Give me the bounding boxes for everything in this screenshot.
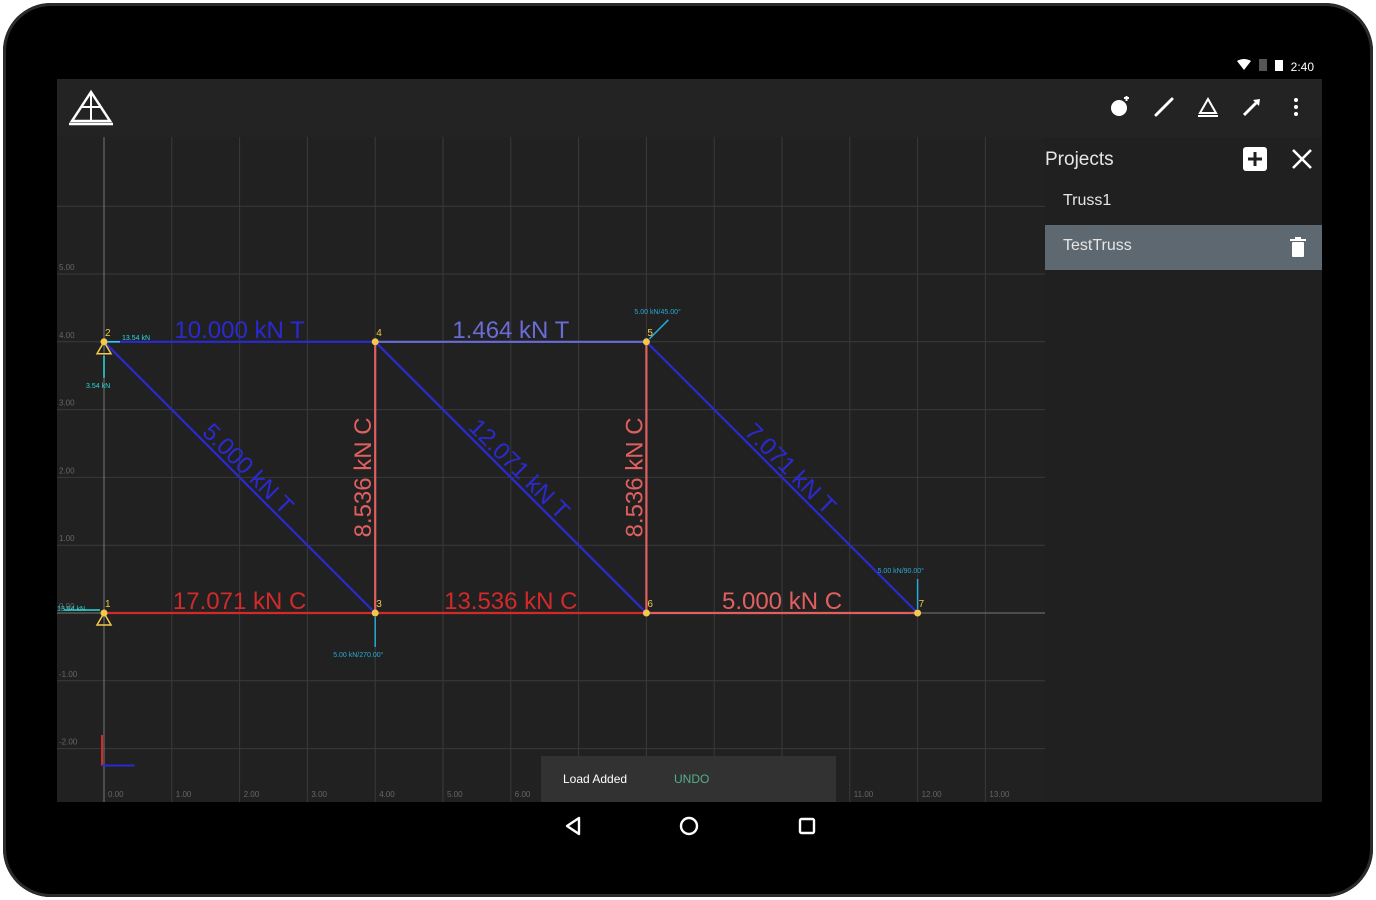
project-item-testtruss[interactable]: TestTruss <box>1045 225 1322 270</box>
back-icon[interactable] <box>557 810 589 842</box>
x-tick-label: 1.00 <box>176 790 192 799</box>
x-tick-label: 5.00 <box>447 790 463 799</box>
x-tick-label: 4.00 <box>379 790 395 799</box>
joint-label: 5 <box>647 328 653 339</box>
y-tick-label: 5.00 <box>59 263 75 272</box>
delete-icon[interactable] <box>1288 237 1308 259</box>
joint-label: 2 <box>105 328 111 339</box>
x-tick-label: 2.00 <box>244 790 260 799</box>
truss-joint <box>914 609 922 617</box>
project-name: TestTruss <box>1063 237 1132 254</box>
screen: 2:40 0.00 1.00 2.00 3.00 4.00 5.00 6.00 … <box>57 55 1322 802</box>
joint-label: 3 <box>376 599 382 610</box>
app-toolbar <box>57 79 1322 137</box>
member-force-label: 5.000 kN C <box>722 588 842 615</box>
reaction-label: 13.54 kN <box>122 335 150 342</box>
overflow-menu-icon[interactable] <box>1282 93 1310 121</box>
x-tick-label: 12.00 <box>922 790 943 799</box>
truss-joint <box>371 609 379 617</box>
member-force-label: 17.071 kN C <box>173 588 306 615</box>
recents-icon[interactable] <box>791 810 823 842</box>
toolbar-actions <box>1106 93 1310 121</box>
member-force-label: 1.464 kN T <box>452 317 569 344</box>
y-tick-label: 2.00 <box>59 466 75 475</box>
y-tick-label: 1.00 <box>59 534 75 543</box>
project-item-truss1[interactable]: Truss1 <box>1045 180 1322 225</box>
member-label-group: 13.536 kN C <box>444 588 577 615</box>
navigation-bar <box>0 800 1376 850</box>
truss-joint <box>100 338 108 346</box>
joint-label: 1 <box>105 599 111 610</box>
load-label: 5.00 kN/270.00° <box>333 651 383 659</box>
member-label-group: 8.536 kN C <box>621 417 648 537</box>
truss-logo-icon <box>69 89 113 127</box>
member-label-group: 17.071 kN C <box>173 588 306 615</box>
truss-joint <box>371 338 379 346</box>
undo-button[interactable]: UNDO <box>674 772 709 786</box>
close-icon[interactable] <box>1288 145 1316 173</box>
member-label-group: 12.071 kN T <box>463 414 574 525</box>
load-label: 5.00 kN/45.00° <box>634 308 681 316</box>
wifi-icon <box>1236 59 1251 74</box>
status-icons: 2:40 <box>1236 59 1314 74</box>
projects-panel: Projects Truss1 TestTruss <box>1045 137 1322 802</box>
panel-title: Projects <box>1045 149 1114 170</box>
snackbar-message: Load Added <box>563 772 628 786</box>
member-force-label: 5.000 kN T <box>197 418 299 520</box>
member-force-label: 8.536 kN C <box>350 417 377 537</box>
y-tick-label: 4.00 <box>59 331 75 340</box>
x-tick-label: 11.00 <box>854 790 874 799</box>
truss-joint <box>100 609 108 617</box>
reaction-label: 3.54 kN <box>86 383 110 390</box>
load-label: 5.00 kN/90.00° <box>878 567 925 575</box>
snackbar: Load Added UNDO <box>541 756 836 802</box>
joint-label: 4 <box>376 328 382 339</box>
add-support-icon[interactable] <box>1194 93 1222 121</box>
clock-time: 2:40 <box>1290 59 1314 74</box>
member-label-group: 10.000 kN T <box>174 317 305 344</box>
member-force-label: 10.000 kN T <box>174 317 305 344</box>
sim-icon <box>1258 59 1267 74</box>
member-force-label: 8.536 kN C <box>621 417 648 537</box>
add-joint-icon[interactable] <box>1106 93 1134 121</box>
x-tick-label: 0.00 <box>108 790 124 799</box>
truss-canvas[interactable]: 0.001.002.003.004.005.006.007.008.009.00… <box>57 137 1045 802</box>
truss-joint <box>642 609 650 617</box>
member-force-label: 7.071 kN T <box>739 418 841 520</box>
add-project-icon[interactable] <box>1241 145 1269 173</box>
add-member-icon[interactable] <box>1150 93 1178 121</box>
add-load-icon[interactable] <box>1238 93 1266 121</box>
y-tick-label: 3.00 <box>59 399 75 408</box>
joint-label: 6 <box>647 599 653 610</box>
x-tick-label: 13.00 <box>989 790 1010 799</box>
member-force-label: 12.071 kN T <box>463 414 574 525</box>
project-name: Truss1 <box>1063 192 1112 209</box>
member-force-label: 13.536 kN C <box>444 588 577 615</box>
status-bar: 2:40 <box>57 55 1322 79</box>
y-tick-label: -2.00 <box>59 738 78 747</box>
battery-icon <box>1274 59 1283 74</box>
member-label-group: 5.000 kN C <box>722 588 842 615</box>
member-label-group: 8.536 kN C <box>350 417 377 537</box>
member-label-group: 7.071 kN T <box>739 418 841 520</box>
x-tick-label: 3.00 <box>311 790 327 799</box>
home-icon[interactable] <box>673 810 705 842</box>
member-label-group: 5.000 kN T <box>197 418 299 520</box>
y-tick-label: -1.00 <box>59 670 78 679</box>
joint-label: 7 <box>919 599 925 610</box>
reaction-label: 13.54 kN <box>57 606 85 613</box>
member-label-group: 1.464 kN T <box>452 317 569 344</box>
truss-joint <box>642 338 650 346</box>
x-tick-label: 6.00 <box>515 790 531 799</box>
